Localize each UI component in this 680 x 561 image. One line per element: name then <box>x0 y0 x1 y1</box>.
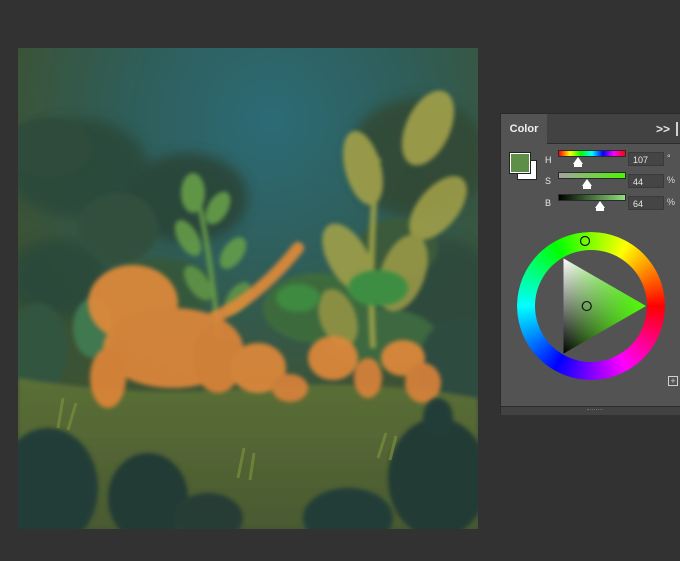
hue-slider-thumb[interactable] <box>572 157 583 167</box>
panel-resize-bar[interactable] <box>501 406 680 415</box>
painting-artwork <box>18 48 478 529</box>
resize-grip-icon <box>587 409 603 412</box>
color-panel: Color >> H 107 ° S 44 % B 64 % + <box>500 113 680 415</box>
add-swatch-button[interactable]: + <box>668 376 678 386</box>
color-wheel[interactable] <box>513 220 669 392</box>
saturation-unit: % <box>667 175 676 185</box>
hue-input[interactable]: 107 <box>628 152 664 166</box>
hue-slider[interactable] <box>558 150 626 157</box>
hue-ring-marker <box>579 235 591 247</box>
saturation-slider[interactable] <box>558 172 626 179</box>
brightness-slider[interactable] <box>558 194 626 201</box>
hue-unit: ° <box>667 153 671 163</box>
brightness-slider-thumb[interactable] <box>595 201 606 211</box>
panel-menu-handle[interactable] <box>676 122 678 136</box>
foreground-color-swatch[interactable] <box>510 153 530 173</box>
saturation-slider-thumb[interactable] <box>582 179 593 189</box>
saturation-label: S <box>545 176 552 186</box>
collapse-panel-button[interactable]: >> <box>656 114 670 144</box>
hue-label: H <box>545 155 552 165</box>
saturation-input[interactable]: 44 <box>628 174 664 188</box>
painting-canvas[interactable] <box>18 48 478 529</box>
tab-color[interactable]: Color <box>501 114 547 144</box>
brightness-input[interactable]: 64 <box>628 196 664 210</box>
brightness-unit: % <box>667 197 676 207</box>
panel-header: Color >> <box>501 114 680 144</box>
brightness-label: B <box>545 198 552 208</box>
